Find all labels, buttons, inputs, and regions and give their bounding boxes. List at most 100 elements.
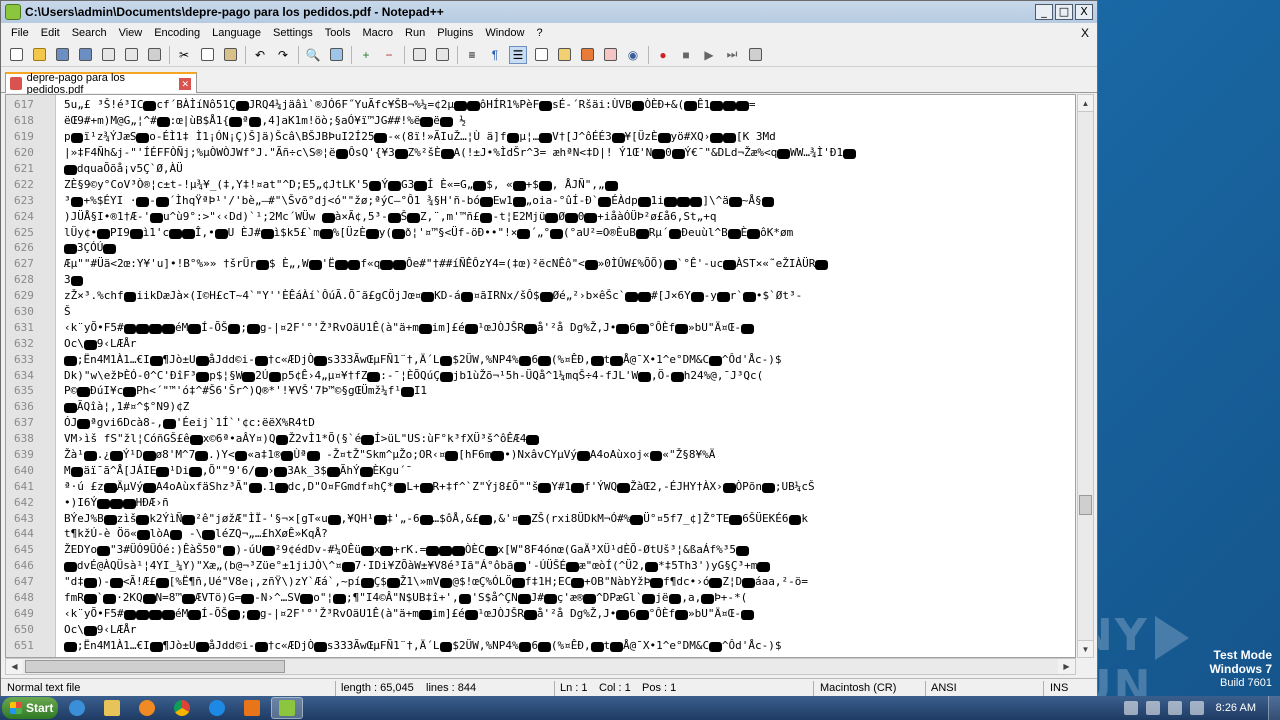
zoom-out-icon[interactable]: − [380, 46, 398, 64]
menu-search[interactable]: Search [66, 24, 113, 42]
editor-line[interactable]: 628 3 [6, 272, 1075, 288]
editor-line[interactable]: 631 ‹k¨yÕ•F5# éM Í-ÕŠ ; g-|¤2F'°'Ž³RvOäU1… [6, 319, 1075, 335]
editor-line[interactable]: 650 Oc\ 9‹LÆÅr [6, 621, 1075, 637]
play-macro-icon[interactable]: ▶ [700, 46, 718, 64]
editor-line[interactable]: 646 dvÉ@ÀQÜsà¹¦4YI_¼Y)"Xæ„(b@¬³Züe°±1jiJ… [6, 558, 1075, 574]
print-icon[interactable] [145, 46, 163, 64]
monitor-icon[interactable]: ◉ [624, 46, 642, 64]
editor-line[interactable]: 636 ÃQîà¦,1#¤^$°N9)¢Z [6, 399, 1075, 415]
editor-line[interactable]: 643 BÝeJ%B zìš k2ÝìÑ ²ê"jøžÆ"ÌÏ-'§¬×[gT«u… [6, 510, 1075, 526]
editor-line[interactable]: 637 ÓJ ªgvi6Dcà8-, 'Éeij`1Í`'¢c:ëëX%R4tD [6, 415, 1075, 431]
doc-map-icon[interactable] [555, 46, 573, 64]
taskbar-media-player-icon[interactable] [131, 697, 163, 719]
save-all-icon[interactable] [76, 46, 94, 64]
scroll-down-icon[interactable]: ▼ [1078, 640, 1093, 657]
replace-icon[interactable] [327, 46, 345, 64]
close-icon[interactable] [99, 46, 117, 64]
copy-icon[interactable] [198, 46, 216, 64]
menu-edit[interactable]: Edit [35, 24, 66, 42]
word-wrap-icon[interactable]: ≡ [463, 46, 481, 64]
menu-file[interactable]: File [5, 24, 35, 42]
scroll-left-icon[interactable]: ◀ [6, 659, 23, 674]
vertical-scroll-thumb[interactable] [1079, 495, 1092, 515]
menu-view[interactable]: View [113, 24, 149, 42]
editor-line[interactable]: 625 lÜy¢• PI9 ì1'c Î,• U ЀJ# ì$k5£`m %[Üz… [6, 224, 1075, 240]
title-bar[interactable]: C:\Users\admin\Documents\depre-pago para… [1, 1, 1097, 23]
editor-line[interactable]: 626 3ÇÓÚ [6, 240, 1075, 256]
taskbar-office-icon[interactable] [236, 697, 268, 719]
editor-line[interactable]: 645 ŽEDYo "3#ÜÓ9ÜÓé:)ÊàŠ50" )-úU ²9¢édDv-… [6, 542, 1075, 558]
redo-icon[interactable]: ↷ [274, 46, 292, 64]
scroll-right-icon[interactable]: ▶ [1058, 659, 1075, 674]
function-list-icon[interactable] [578, 46, 596, 64]
text-editor[interactable]: 617 5u„£ ³Š!é³IC cf´BÀÌíNô51Ç JRQ4¼jäâì`®… [5, 94, 1076, 658]
clock[interactable]: 8:26 AM [1216, 702, 1256, 714]
editor-line[interactable]: 620 |»‡F4Ñh&j-"'ÍÉFFÒÑj;%µÒWÒJWf°J."Ãñ÷c\… [6, 145, 1075, 161]
record-macro-icon[interactable]: ● [654, 46, 672, 64]
play-multiple-icon[interactable]: ⏭ [723, 46, 741, 64]
maximize-button[interactable]: □ [1055, 4, 1073, 20]
taskbar-notepadpp-icon[interactable] [271, 697, 303, 719]
editor-line[interactable]: 635 P© ÐúI¥c Ph<´"™'ó‡^#Š6'Šr^)Q®*'!¥VŠ'7… [6, 383, 1075, 399]
open-file-icon[interactable] [30, 46, 48, 64]
menu-macro[interactable]: Macro [356, 24, 399, 42]
close-document-button[interactable]: X [1081, 23, 1089, 43]
save-macro-icon[interactable] [746, 46, 764, 64]
taskbar-ie-icon[interactable] [61, 697, 93, 719]
editor-line[interactable]: 619 p ï¹z¾ÝJæS o-ÉÌ1‡ Ì1¡ÓN¡Ç)Š]ä)Šcâ\BŠJ… [6, 129, 1075, 145]
menu-run[interactable]: Run [399, 24, 431, 42]
find-icon[interactable]: 🔍 [304, 46, 322, 64]
editor-line[interactable]: 633 ;Ën4M1À1…€I ¶Jò±U åJdd©i- †c«ÆDjÒ s3… [6, 351, 1075, 367]
editor-line[interactable]: 651 ;Ën4M1À1…€I ¶Jò±U åJdd©i- †c«ÆDjÒ s3… [6, 637, 1075, 653]
scroll-up-icon[interactable]: ▲ [1078, 95, 1093, 112]
editor-line[interactable]: 640 M äï¯ã^Å[JÁIE ¹Di ,Õ""9'6/ › 3Ak_3$ Ã… [6, 462, 1075, 478]
menu-plugins[interactable]: Plugins [431, 24, 479, 42]
zoom-in-icon[interactable]: + [357, 46, 375, 64]
editor-line[interactable]: 621 dquaÕõå¡v5Ç`Ø,ÀÜ [6, 161, 1075, 177]
indent-guide-icon[interactable]: ☰ [509, 45, 527, 64]
editor-line[interactable]: 622 ZÈ§9©y°CoV³Ò®¦c±t-!µ¾¥_(‡,Y‡!¤at"^D;E… [6, 176, 1075, 192]
editor-line[interactable]: 642 •)I6Ý HÐÆ›ñ [6, 494, 1075, 510]
start-button[interactable]: Start [2, 697, 58, 719]
menu-help[interactable]: ? [530, 24, 548, 42]
editor-line[interactable]: 649 ‹k¨yÕ•F5# éM Í-ÕŠ ; g-|¤2F'°'Ž³RvOäU1… [6, 606, 1075, 622]
editor-line[interactable]: 647 "d‡ )- <Ã!Æ£ [%Ë¶ñ,Ué"V8e¡,zñŸ\)zY`Æá… [6, 574, 1075, 590]
editor-line[interactable]: 629 zŽ×³.%chf iikDæJà×(I©H£cT~4`"Y''ÈÊáÀí… [6, 288, 1075, 304]
menu-window[interactable]: Window [479, 24, 530, 42]
tab-document[interactable]: depre-pago para los pedidos.pdf ✕ [5, 72, 197, 96]
editor-line[interactable]: 644 t¶kžÚ-è Öö« lòA -\ léZQ¬„…£hXøÊ»KqÅ? [6, 526, 1075, 542]
editor-line[interactable]: 627 Æµ""#Üä<2œ:Y¥'u]•!B°%»» †šrÜr $ È„,W … [6, 256, 1075, 272]
paste-icon[interactable] [221, 46, 239, 64]
udl-icon[interactable] [532, 46, 550, 64]
folder-workspace-icon[interactable] [601, 46, 619, 64]
close-all-icon[interactable] [122, 46, 140, 64]
menu-encoding[interactable]: Encoding [148, 24, 206, 42]
editor-line[interactable]: 632 Oc\ 9‹LÆÅr [6, 335, 1075, 351]
volume-icon[interactable] [1167, 701, 1182, 715]
security-icon[interactable] [1189, 701, 1204, 715]
close-window-button[interactable]: X [1075, 4, 1093, 20]
editor-line[interactable]: 623 ³ +%$ÉYI · - ´ÌhqŸªÞ¹'/'bè„—#"\Švõ°dj… [6, 192, 1075, 208]
undo-icon[interactable]: ↶ [251, 46, 269, 64]
save-icon[interactable] [53, 46, 71, 64]
editor-line[interactable]: 641 ª·ú £z ÄµVý A4oAùxfäShz³Ã" .1 dc,D"O¤… [6, 478, 1075, 494]
vertical-scrollbar[interactable]: ▲ ▼ [1077, 94, 1094, 658]
tab-close-icon[interactable]: ✕ [179, 77, 191, 90]
show-all-chars-icon[interactable]: ¶ [486, 46, 504, 64]
action-center-icon[interactable] [1123, 701, 1138, 715]
editor-line[interactable]: 617 5u„£ ³Š!é³IC cf´BÀÌíNô51Ç JRQ4¼jäâì`®… [6, 97, 1075, 113]
taskbar-explorer-icon[interactable] [96, 697, 128, 719]
cut-icon[interactable]: ✂ [175, 46, 193, 64]
editor-line[interactable]: 618 ëŒ9#+m)M@G„¦^# :œ|ùB$Å1{ ª ,4]aK1m!öò… [6, 113, 1075, 129]
stop-macro-icon[interactable]: ■ [677, 46, 695, 64]
editor-line[interactable]: 630 Š [6, 304, 1075, 320]
minimize-button[interactable]: _ [1035, 4, 1053, 20]
menu-language[interactable]: Language [206, 24, 267, 42]
sync-v-icon[interactable] [410, 46, 428, 64]
network-icon[interactable] [1145, 701, 1160, 715]
taskbar-edge-icon[interactable] [201, 697, 233, 719]
editor-line[interactable]: 624)JÜÅ§I•®1†Æ-' u^ù9°:>"‹‹Dd)`¹;2Mc´WÜw… [6, 208, 1075, 224]
menu-tools[interactable]: Tools [319, 24, 357, 42]
editor-line[interactable]: 648 fmR ` ·2KQ N=8™ ÆVTö)G= -N›^…SV o"¦ ;… [6, 590, 1075, 606]
menu-settings[interactable]: Settings [267, 24, 319, 42]
